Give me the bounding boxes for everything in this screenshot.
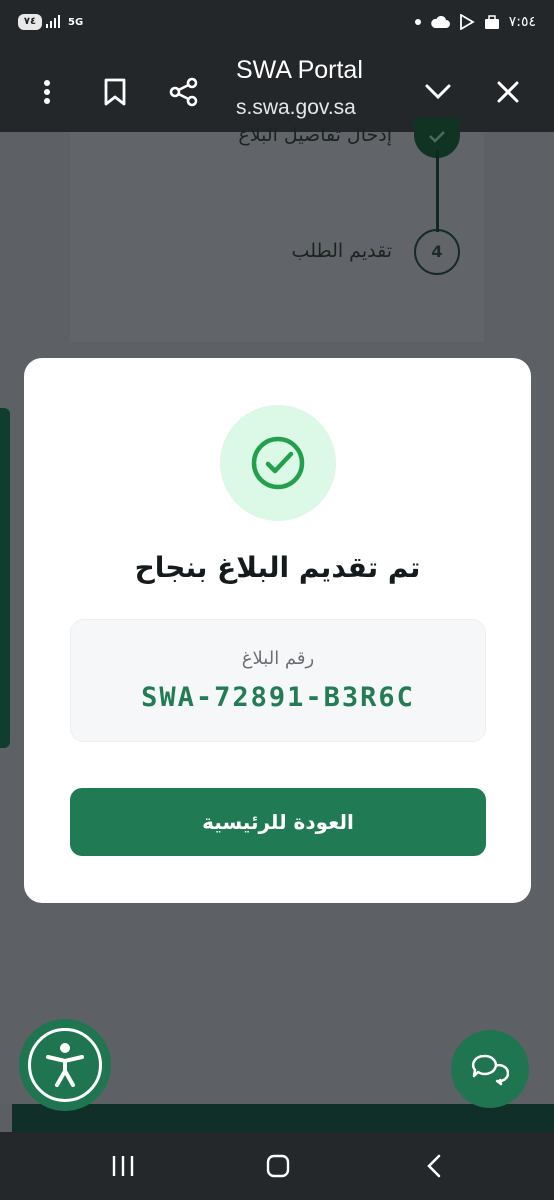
return-home-button[interactable]: العودة للرئيسية xyxy=(70,788,486,856)
recent-apps-icon[interactable] xyxy=(103,1146,143,1186)
success-dialog: تم تقديم البلاغ بنجاح رقم البلاغ SWA-728… xyxy=(24,358,531,903)
signal-icon xyxy=(46,15,60,28)
check-circle-icon xyxy=(251,436,305,490)
page-side-rail xyxy=(0,408,10,748)
network-type: 5G xyxy=(68,16,84,28)
step-label-details: إدخال تفاصيل البلاغ xyxy=(238,124,392,146)
browser-header: SWA Portal s.swa.gov.sa xyxy=(0,52,554,132)
back-icon[interactable] xyxy=(414,1146,454,1186)
status-right: ٧:٥٤ xyxy=(414,14,536,30)
site-url[interactable]: s.swa.gov.sa xyxy=(236,96,356,120)
notification-dot-icon xyxy=(414,19,421,25)
accessibility-icon xyxy=(46,1043,84,1087)
battery-indicator: ٧٤ xyxy=(18,14,42,30)
site-title: SWA Portal xyxy=(236,56,363,84)
chevron-down-icon[interactable] xyxy=(420,74,456,110)
page-footer-strip xyxy=(12,1104,554,1132)
dialog-title: تم تقديم البلاغ بنجاح xyxy=(134,551,421,584)
share-icon[interactable] xyxy=(166,74,202,110)
chat-button[interactable] xyxy=(451,1030,529,1108)
clock: ٧:٥٤ xyxy=(508,14,536,30)
bookmark-icon[interactable] xyxy=(97,74,133,110)
close-icon[interactable] xyxy=(490,74,526,110)
briefcase-icon xyxy=(484,15,499,29)
reference-box: رقم البلاغ SWA-72891-B3R6C xyxy=(70,619,486,742)
status-left: ٧٤ 5G xyxy=(18,14,83,30)
cloud-icon xyxy=(430,15,450,28)
chat-icon xyxy=(471,1054,509,1086)
step-number-marker: 4 xyxy=(414,229,460,275)
reference-number: SWA-72891-B3R6C xyxy=(141,682,415,713)
step-label-submit: تقديم الطلب xyxy=(291,240,392,262)
success-badge xyxy=(220,405,336,521)
step-connector xyxy=(436,150,439,232)
play-store-icon xyxy=(459,14,475,30)
system-nav-bar xyxy=(0,1132,554,1200)
more-vertical-icon[interactable] xyxy=(29,74,65,110)
accessibility-button[interactable] xyxy=(19,1019,111,1111)
reference-label: رقم البلاغ xyxy=(241,648,315,669)
status-bar: ٧٤ 5G ٧:٥٤ xyxy=(0,0,554,52)
home-icon[interactable] xyxy=(258,1146,298,1186)
accessibility-ring xyxy=(28,1028,102,1102)
